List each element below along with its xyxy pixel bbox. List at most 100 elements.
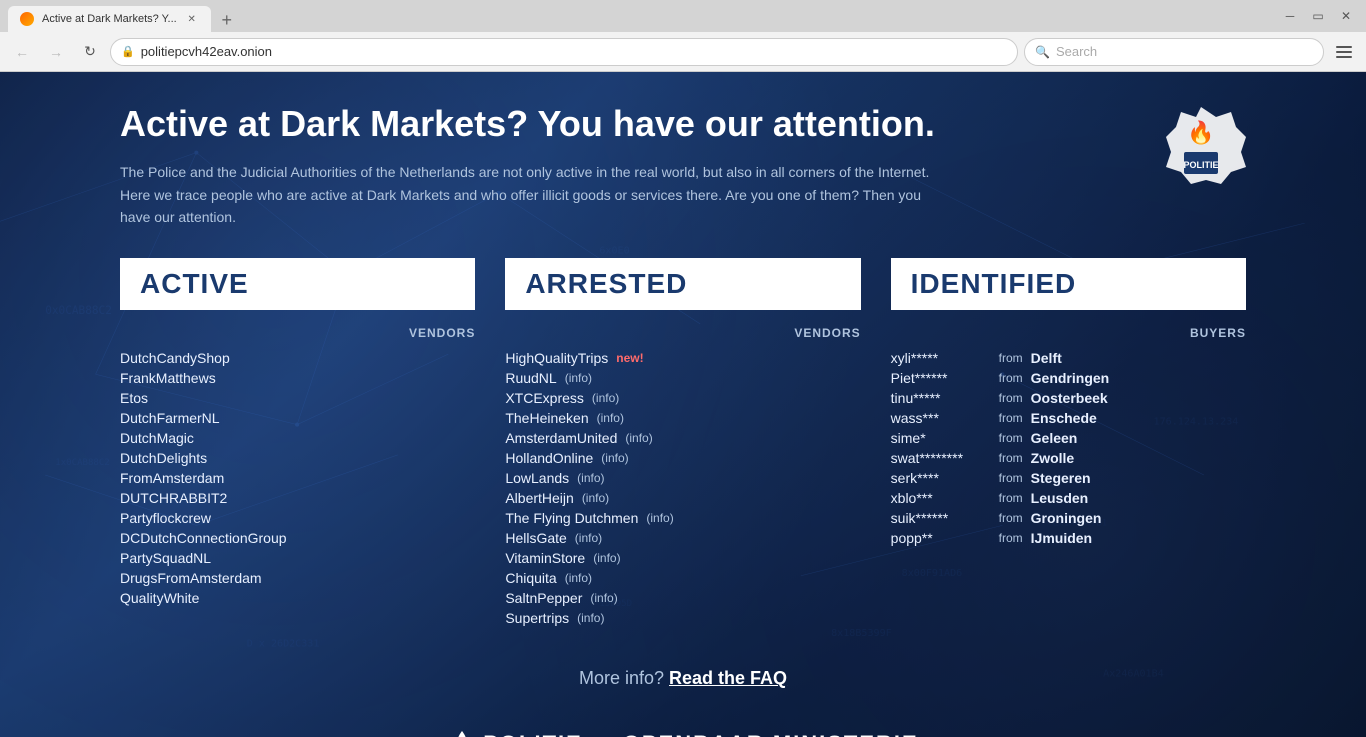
politie-text: POLITIE (483, 731, 583, 737)
list-item: AmsterdamUnited (info) (505, 428, 860, 448)
list-item: FrankMatthews (120, 368, 475, 388)
list-item: SaltnPepper (info) (505, 588, 860, 608)
faq-section: More info? Read the FAQ (120, 668, 1246, 689)
active-column-header: ACTIVE (120, 258, 475, 310)
identified-column-header: IDENTIFIED (891, 258, 1246, 310)
window-controls: ─ ▭ ✕ (1278, 7, 1358, 25)
list-item: VitaminStore (info) (505, 548, 860, 568)
menu-line-2 (1336, 51, 1352, 53)
reload-button[interactable]: ↻ (76, 38, 104, 66)
menu-line-3 (1336, 56, 1352, 58)
list-item: swat******** from Zwolle (891, 448, 1246, 468)
identified-grid: xyli***** from Delft Piet****** from Gen… (891, 348, 1246, 548)
url-text: politiepcvh42eav.onion (141, 44, 1007, 59)
logo-area: 🔥 POLITIE (1156, 102, 1246, 197)
list-item: FromAmsterdam (120, 468, 475, 488)
list-item: Supertrips (info) (505, 608, 860, 628)
active-tab[interactable]: Active at Dark Markets? Y... ✕ (8, 6, 211, 32)
arrested-column-title: ARRESTED (525, 268, 687, 299)
active-column: ACTIVE VENDORS DutchCandyShop FrankMatth… (120, 258, 475, 628)
list-item: Chiquita (info) (505, 568, 860, 588)
list-item: HollandOnline (info) (505, 448, 860, 468)
active-vendor-list: DutchCandyShop FrankMatthews Etos DutchF… (120, 348, 475, 608)
list-item: Etos (120, 388, 475, 408)
back-button[interactable]: ← (8, 38, 36, 66)
list-item: AlbertHeijn (info) (505, 488, 860, 508)
arrested-vendor-list: HighQualityTrips new! RuudNL (info) XTCE… (505, 348, 860, 628)
list-item: DutchMagic (120, 428, 475, 448)
main-title: Active at Dark Markets? You have our att… (120, 102, 1136, 145)
list-item: LowLands (info) (505, 468, 860, 488)
active-column-title: ACTIVE (140, 268, 249, 299)
identified-names: xyli***** from Delft Piet****** from Gen… (891, 348, 1246, 548)
search-icon: 🔍 (1035, 45, 1050, 59)
list-item: sime* from Geleen (891, 428, 1246, 448)
faq-link[interactable]: Read the FAQ (669, 668, 787, 688)
address-bar[interactable]: 🔒 politiepcvh42eav.onion (110, 38, 1018, 66)
columns-section: ACTIVE VENDORS DutchCandyShop FrankMatth… (120, 258, 1246, 628)
new-tab-button[interactable]: + (215, 8, 239, 32)
svg-text:🔥: 🔥 (1187, 120, 1214, 145)
arrested-column: ARRESTED VENDORS HighQualityTrips new! R… (505, 258, 860, 628)
close-button[interactable]: ✕ (1334, 7, 1358, 25)
minimize-button[interactable]: ─ (1278, 7, 1302, 25)
list-item: DutchDelights (120, 448, 475, 468)
list-item: XTCExpress (info) (505, 388, 860, 408)
police-logo-icon: 🔥 POLITIE (1156, 102, 1246, 192)
identified-column-title: IDENTIFIED (911, 268, 1077, 299)
list-item: tinu***** from Oosterbeek (891, 388, 1246, 408)
ministerie-logo: OPENBAAR MINISTERIE (623, 731, 919, 737)
faq-prefix-text: More info? (579, 668, 664, 688)
forward-button[interactable]: → (42, 38, 70, 66)
title-bar: Active at Dark Markets? Y... ✕ + ─ ▭ ✕ (0, 0, 1366, 32)
list-item: wass*** from Enschede (891, 408, 1246, 428)
menu-line-1 (1336, 46, 1352, 48)
list-item: QualityWhite (120, 588, 475, 608)
tab-title: Active at Dark Markets? Y... (42, 13, 177, 25)
search-placeholder-text: Search (1056, 44, 1097, 59)
list-item: DutchFarmerNL (120, 408, 475, 428)
list-item: suik****** from Groningen (891, 508, 1246, 528)
list-item: The Flying Dutchmen (info) (505, 508, 860, 528)
list-item: RuudNL (info) (505, 368, 860, 388)
politie-logo: POLITIE (447, 729, 583, 737)
list-item: DUTCHRABBIT2 (120, 488, 475, 508)
arrested-column-header: ARRESTED (505, 258, 860, 310)
toolbar: ← → ↻ 🔒 politiepcvh42eav.onion 🔍 Search (0, 32, 1366, 72)
browser-menu-button[interactable] (1330, 38, 1358, 66)
list-item: HellsGate (info) (505, 528, 860, 548)
list-item: Piet****** from Gendringen (891, 368, 1246, 388)
list-item: xyli***** from Delft (891, 348, 1246, 368)
footer-section: POLITIE OPENBAAR MINISTERIE National Pol… (120, 729, 1246, 737)
list-item: DutchCandyShop (120, 348, 475, 368)
list-item: DrugsFromAmsterdam (120, 568, 475, 588)
arrested-vendors-subtitle: VENDORS (505, 326, 860, 340)
search-box[interactable]: 🔍 Search (1024, 38, 1324, 66)
maximize-button[interactable]: ▭ (1306, 7, 1330, 25)
list-item: TheHeineken (info) (505, 408, 860, 428)
security-icon: 🔒 (121, 45, 135, 58)
identified-column: IDENTIFIED BUYERS xyli***** from Delft P… (891, 258, 1246, 628)
tab-close-button[interactable]: ✕ (185, 12, 199, 26)
active-vendors-subtitle: VENDORS (120, 326, 475, 340)
page-inner: Active at Dark Markets? You have our att… (0, 72, 1366, 737)
tab-favicon-icon (20, 12, 34, 26)
politie-flame-icon (447, 729, 477, 737)
svg-text:POLITIE: POLITIE (1183, 160, 1218, 170)
browser-window: Active at Dark Markets? Y... ✕ + ─ ▭ ✕ ←… (0, 0, 1366, 737)
buyers-subtitle: BUYERS (891, 326, 1246, 340)
list-item: popp** from IJmuiden (891, 528, 1246, 548)
page-content: 0x0CAB88C2 6x0E0 176.124.13.234 8x00F91A… (0, 72, 1366, 737)
footer-logos: POLITIE OPENBAAR MINISTERIE (120, 729, 1246, 737)
list-item: xblo*** from Leusden (891, 488, 1246, 508)
list-item: Partyflockcrew (120, 508, 475, 528)
list-item: HighQualityTrips new! (505, 348, 860, 368)
tab-bar: Active at Dark Markets? Y... ✕ + (8, 0, 1270, 32)
list-item: PartySquadNL (120, 548, 475, 568)
list-item: DCDutchConnectionGroup (120, 528, 475, 548)
header-text: Active at Dark Markets? You have our att… (120, 102, 1136, 228)
main-description: The Police and the Judicial Authorities … (120, 161, 940, 228)
header-section: Active at Dark Markets? You have our att… (120, 102, 1246, 228)
list-item: serk**** from Stegeren (891, 468, 1246, 488)
ministerie-text: OPENBAAR MINISTERIE (623, 731, 919, 737)
